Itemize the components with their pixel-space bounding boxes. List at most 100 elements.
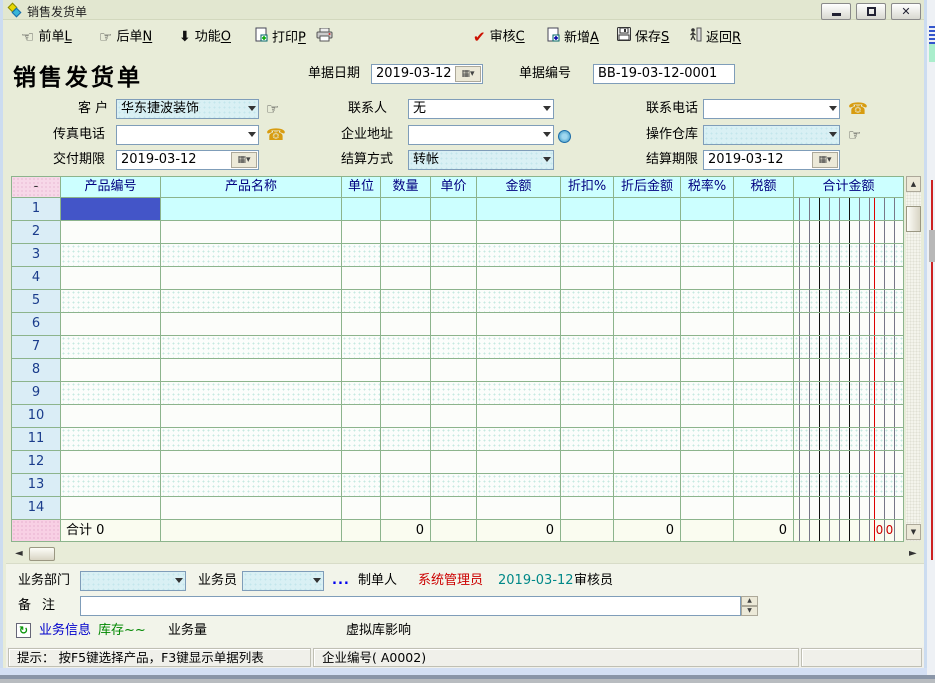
grid-cell[interactable]: [61, 474, 161, 497]
grid-cell[interactable]: [614, 290, 681, 313]
grid-cell[interactable]: [431, 428, 477, 451]
prev-doc-button[interactable]: ☜前单L: [21, 27, 72, 47]
grid-cell[interactable]: [794, 221, 904, 244]
grid-cell[interactable]: [614, 474, 681, 497]
row-number-cell[interactable]: 14: [12, 497, 61, 520]
grid-cell[interactable]: [477, 428, 561, 451]
grid-cell[interactable]: [161, 267, 342, 290]
grid-cell[interactable]: [342, 497, 381, 520]
grid-cell[interactable]: [794, 382, 904, 405]
spin-down-icon[interactable]: ▼: [741, 606, 758, 616]
grid-cell[interactable]: [431, 198, 477, 221]
customer-combobox[interactable]: 华东捷波装饰: [116, 99, 259, 119]
grid-cell[interactable]: [342, 198, 381, 221]
grid-cell[interactable]: [342, 267, 381, 290]
phone-icon[interactable]: ☎: [266, 125, 286, 145]
grid-cell[interactable]: [381, 313, 431, 336]
grid-cell[interactable]: [161, 382, 342, 405]
grid-cell[interactable]: [161, 198, 342, 221]
grid-cell[interactable]: [61, 428, 161, 451]
grid-cell[interactable]: [161, 359, 342, 382]
grid-cell[interactable]: [681, 382, 734, 405]
grid-cell[interactable]: [614, 267, 681, 290]
scroll-right-button[interactable]: ►: [909, 548, 917, 559]
grid-cell[interactable]: [614, 336, 681, 359]
grid-cell[interactable]: [681, 244, 734, 267]
grid-cell[interactable]: [681, 428, 734, 451]
contact-combobox[interactable]: 无: [408, 99, 554, 119]
grid-cell[interactable]: [161, 451, 342, 474]
vertical-scroll-thumb[interactable]: [906, 206, 921, 232]
grid-cell[interactable]: [431, 267, 477, 290]
grid-cell[interactable]: [561, 474, 614, 497]
phone-icon[interactable]: ☎: [848, 99, 868, 119]
row-number-cell[interactable]: 2: [12, 221, 61, 244]
grid-cell[interactable]: [342, 313, 381, 336]
grid-cell[interactable]: [681, 290, 734, 313]
grid-cell[interactable]: [477, 336, 561, 359]
doc-date-field[interactable]: 2019-03-12 ▦▾: [371, 64, 483, 84]
grid-cell[interactable]: [477, 497, 561, 520]
functions-button[interactable]: ⬇功能O: [179, 27, 231, 47]
horizontal-scrollbar[interactable]: ◄ ►: [11, 546, 921, 562]
print-button[interactable]: 打印P: [255, 27, 337, 47]
grid-cell[interactable]: [477, 313, 561, 336]
grid-cell[interactable]: [477, 267, 561, 290]
grid-cell[interactable]: [681, 405, 734, 428]
remark-input[interactable]: [80, 596, 741, 616]
grid-cell[interactable]: [161, 336, 342, 359]
grid-cell[interactable]: [614, 497, 681, 520]
grid-cell[interactable]: [342, 428, 381, 451]
close-button[interactable]: ✕: [891, 3, 921, 20]
grid-cell[interactable]: [614, 405, 681, 428]
grid-cell[interactable]: [681, 198, 734, 221]
grid-cell[interactable]: [681, 267, 734, 290]
row-number-cell[interactable]: 10: [12, 405, 61, 428]
row-number-cell[interactable]: 9: [12, 382, 61, 405]
grid-cell[interactable]: [431, 382, 477, 405]
grid-cell[interactable]: [381, 290, 431, 313]
grid-cell[interactable]: [477, 290, 561, 313]
grid-cell[interactable]: [561, 359, 614, 382]
contact-phone-combobox[interactable]: [703, 99, 840, 119]
customer-lookup-hand-icon[interactable]: ☞: [266, 99, 279, 119]
chevron-down-icon[interactable]: [248, 106, 256, 111]
grid-cell[interactable]: [561, 336, 614, 359]
grid-cell[interactable]: [794, 198, 904, 221]
row-number-cell[interactable]: 5: [12, 290, 61, 313]
grid-cell[interactable]: [161, 405, 342, 428]
grid-cell[interactable]: [734, 313, 794, 336]
grid-cell[interactable]: [61, 336, 161, 359]
grid-cell[interactable]: [794, 497, 904, 520]
grid-cell[interactable]: [614, 382, 681, 405]
chevron-down-icon[interactable]: [543, 132, 551, 137]
grid-cell[interactable]: [161, 244, 342, 267]
calendar-dropdown-icon[interactable]: ▦▾: [812, 152, 838, 168]
grid-cell[interactable]: [614, 221, 681, 244]
grid-cell[interactable]: [431, 474, 477, 497]
chevron-down-icon[interactable]: [543, 157, 551, 162]
grid-cell[interactable]: [381, 244, 431, 267]
horizontal-scroll-thumb[interactable]: [29, 547, 55, 561]
grid-cell[interactable]: [681, 451, 734, 474]
grid-cell[interactable]: [431, 451, 477, 474]
grid-cell[interactable]: [342, 382, 381, 405]
grid-cell[interactable]: [794, 428, 904, 451]
grid-cell[interactable]: [161, 221, 342, 244]
grid-cell[interactable]: [431, 359, 477, 382]
new-button[interactable]: 新增A: [547, 27, 599, 47]
grid-cell[interactable]: [161, 428, 342, 451]
grid-cell[interactable]: [794, 359, 904, 382]
grid-cell[interactable]: [734, 267, 794, 290]
grid-cell[interactable]: [561, 382, 614, 405]
remark-spinner[interactable]: ▲ ▼: [741, 596, 758, 616]
grid-cell[interactable]: [794, 313, 904, 336]
chevron-down-icon[interactable]: [543, 106, 551, 111]
grid-cell[interactable]: [794, 474, 904, 497]
row-number-cell[interactable]: 7: [12, 336, 61, 359]
grid-cell[interactable]: [734, 198, 794, 221]
grid-cell[interactable]: [431, 290, 477, 313]
grid-cell[interactable]: [614, 359, 681, 382]
row-number-cell[interactable]: 13: [12, 474, 61, 497]
grid-cell[interactable]: [681, 497, 734, 520]
